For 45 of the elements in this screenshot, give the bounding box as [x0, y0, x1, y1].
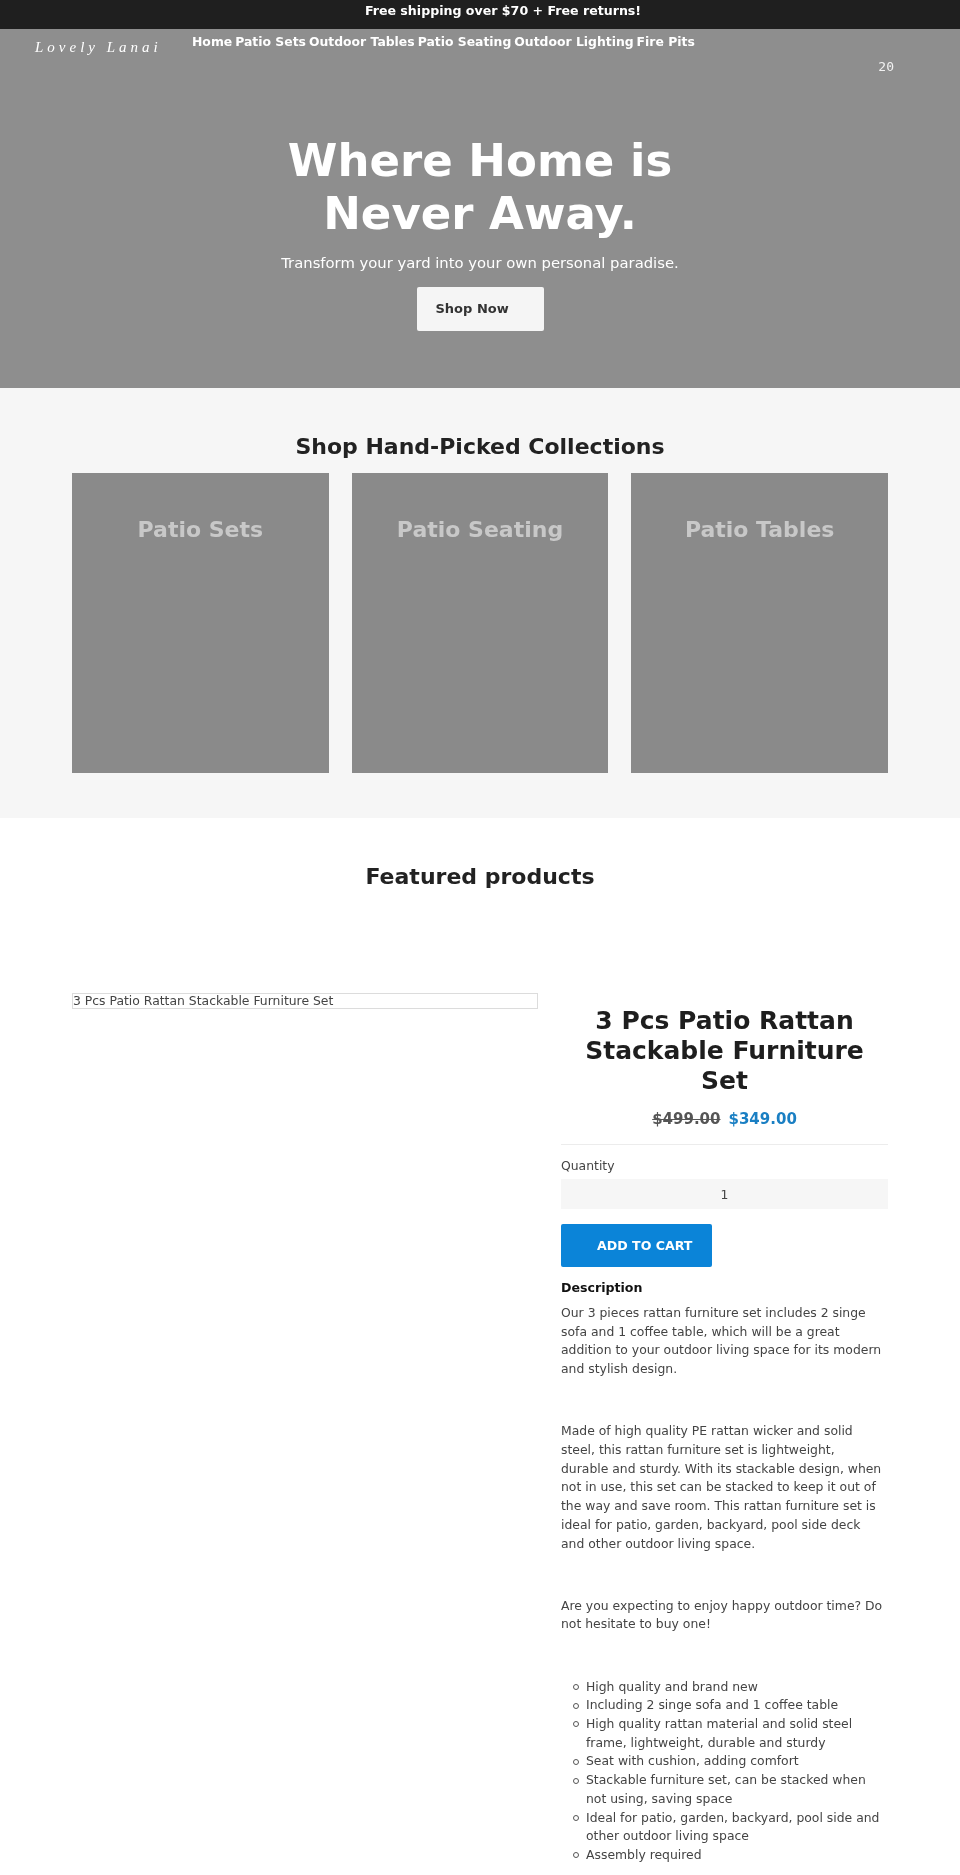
- collection-card[interactable]: Patio Tables: [631, 473, 888, 773]
- nav-link[interactable]: Outdoor Tables: [308, 33, 415, 51]
- collection-title: Patio Seating: [396, 517, 564, 542]
- nav-link[interactable]: Patio Seating: [417, 33, 512, 51]
- bullet-icon: [573, 1852, 579, 1859]
- feature-text: Stackable furniture set, can be stacked when not using, saving space: [586, 1771, 867, 1808]
- bullet-icon: [573, 1702, 579, 1709]
- description-paragraph: Are you expecting to enjoy happy outdoor time? Do not hesitate to buy one!: [561, 1596, 884, 1634]
- collection-title: Patio Tables: [684, 517, 835, 542]
- nav-link[interactable]: Patio Sets: [235, 33, 306, 51]
- header-count: 20: [878, 59, 894, 75]
- sale-price: $349.00: [728, 1109, 797, 1130]
- product-title: 3 Pcs Patio Rattan Stackable Furniture Set: [584, 1006, 865, 1096]
- nav-link[interactable]: Fire Pits: [636, 33, 695, 51]
- promo-text: Free shipping over $70 + Free returns!: [364, 3, 642, 18]
- compare-price: $499.00: [652, 1109, 721, 1130]
- nav-link[interactable]: Outdoor Lighting: [514, 33, 634, 51]
- quantity-label: Quantity: [561, 1157, 616, 1175]
- quantity-field[interactable]: 1: [561, 1179, 888, 1209]
- bullet-icon: [573, 1777, 579, 1784]
- description-paragraph: Made of high quality PE rattan wicker and solid steel, this rattan furniture set is lightweight, durable and sturdy. With its stackable design, when not in use, this set can be stacked to keep it out of the way and save room. This rattan furniture set is ideal for patio, garden, backyard, pool side deck and other outdoor living space.: [561, 1422, 883, 1553]
- description-paragraph: Our 3 pieces rattan furniture set includes 2 singe sofa and 1 coffee table, which will be a great addition to your outdoor living space for its modern and stylish design.: [561, 1304, 883, 1379]
- shop-now-button[interactable]: Shop Now: [416, 287, 544, 331]
- hero-subtitle: Transform your yard into your own personal paradise.: [281, 253, 679, 273]
- feature-text: Ideal for patio, garden, backyard, pool side and other outdoor living space: [586, 1808, 881, 1846]
- section-title: Featured products: [364, 863, 596, 891]
- bullet-icon: [573, 1684, 579, 1691]
- collection-title: Patio Sets: [137, 517, 264, 542]
- feature-text: Including 2 singe sofa and 1 coffee table: [586, 1696, 840, 1715]
- description-heading: Description: [561, 1279, 644, 1297]
- brand-logo[interactable]: Lovely Lanai: [35, 37, 162, 57]
- add-to-cart-button[interactable]: ADD TO CART: [561, 1224, 712, 1267]
- bullet-icon: [573, 1814, 579, 1821]
- collection-card[interactable]: Patio Seating: [351, 473, 609, 773]
- feature-text: Assembly required: [586, 1845, 703, 1864]
- hero-title: Where Home is Never Away.: [286, 134, 674, 240]
- feature-text: High quality and brand new: [586, 1677, 759, 1696]
- bullet-icon: [573, 1721, 579, 1728]
- bullet-icon: [573, 1758, 579, 1765]
- feature-text: Seat with cushion, adding comfort: [586, 1752, 800, 1771]
- section-title: Shop Hand-Picked Collections: [294, 433, 666, 461]
- nav-link[interactable]: Home: [192, 33, 233, 51]
- collection-card[interactable]: Patio Sets: [72, 473, 329, 773]
- image-alt-text: 3 Pcs Patio Rattan Stackable Furniture Set: [72, 993, 538, 1009]
- feature-text: High quality rattan material and solid steel frame, lightweight, durable and sturdy: [586, 1715, 854, 1752]
